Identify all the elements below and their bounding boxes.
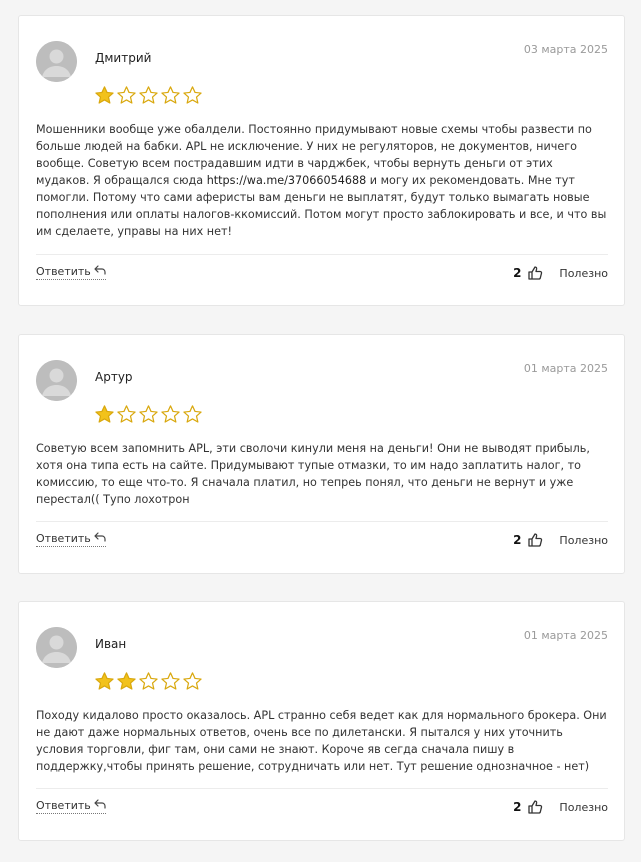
reply-label: Ответить (36, 799, 91, 812)
thumbs-up-icon[interactable] (527, 799, 543, 815)
divider (36, 521, 608, 522)
vote-controls: 2 Полезно (513, 265, 608, 281)
star-filled-icon (95, 86, 114, 104)
reply-button[interactable]: Ответить (36, 532, 106, 547)
star-empty-icon (117, 405, 136, 423)
star-empty-icon (161, 672, 180, 690)
review-author: Иван (95, 637, 127, 651)
star-empty-icon (183, 86, 202, 104)
star-rating (94, 85, 203, 106)
thumbs-up-icon[interactable] (527, 265, 543, 281)
review-date: 01 марта 2025 (523, 629, 608, 642)
reply-arrow-icon (94, 799, 106, 812)
user-avatar-icon (36, 360, 77, 401)
useful-button[interactable]: Полезно (559, 267, 608, 280)
review-text: Походу кидалово просто оказалось. APL ст… (36, 709, 607, 773)
star-filled-icon (95, 672, 114, 690)
star-empty-icon (139, 405, 158, 423)
reply-button[interactable]: Ответить (36, 265, 106, 280)
star-empty-icon (161, 405, 180, 423)
useful-button[interactable]: Полезно (559, 534, 608, 547)
review-card: Артур 01 марта 2025 Советую всем запомни… (18, 334, 625, 574)
star-empty-icon (117, 86, 136, 104)
divider (36, 788, 608, 789)
review-author: Артур (95, 370, 133, 384)
reply-arrow-icon (94, 532, 106, 545)
divider (36, 254, 608, 255)
user-avatar-icon (36, 41, 77, 82)
review-link[interactable]: https://wa.me/37066054688 (207, 174, 367, 187)
reply-button[interactable]: Ответить (36, 799, 106, 814)
review-date: 01 марта 2025 (523, 362, 608, 375)
star-filled-icon (95, 405, 114, 423)
like-count: 2 (513, 800, 522, 814)
vote-controls: 2 Полезно (513, 799, 608, 815)
star-empty-icon (139, 672, 158, 690)
star-rating (94, 404, 203, 425)
reply-label: Ответить (36, 265, 91, 278)
like-count: 2 (513, 266, 522, 280)
useful-button[interactable]: Полезно (559, 801, 608, 814)
review-date: 03 марта 2025 (523, 43, 608, 56)
star-empty-icon (161, 86, 180, 104)
review-text: Мошенники вообще уже обалдели. Постоянно… (36, 121, 608, 240)
vote-controls: 2 Полезно (513, 532, 608, 548)
reply-label: Ответить (36, 532, 91, 545)
star-empty-icon (183, 405, 202, 423)
reviews-feed: Дмитрий 03 марта 2025 Мошенники вообще у… (0, 0, 641, 862)
review-text: Советую всем запомнить APL, эти сволочи … (36, 442, 590, 506)
reply-arrow-icon (94, 265, 106, 278)
review-card: Дмитрий 03 марта 2025 Мошенники вообще у… (18, 15, 625, 306)
review-author: Дмитрий (95, 51, 152, 65)
star-rating (94, 671, 203, 692)
star-filled-icon (117, 672, 136, 690)
star-empty-icon (139, 86, 158, 104)
thumbs-up-icon[interactable] (527, 532, 543, 548)
star-empty-icon (183, 672, 202, 690)
user-avatar-icon (36, 627, 77, 668)
review-card: Иван 01 марта 2025 Походу кидалово прост… (18, 601, 625, 841)
like-count: 2 (513, 533, 522, 547)
